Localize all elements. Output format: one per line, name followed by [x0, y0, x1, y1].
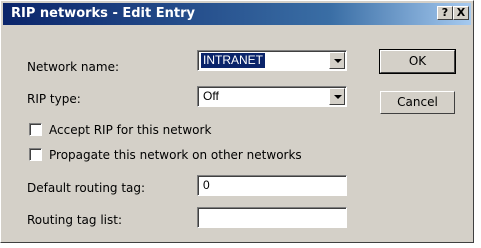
help-button[interactable]: ? [437, 6, 453, 20]
cancel-button[interactable]: Cancel [380, 91, 455, 114]
rip-type-value: Off [203, 89, 219, 103]
network-name-label: Network name: [27, 60, 119, 74]
propagate-checkbox[interactable] [29, 148, 42, 161]
network-name-value: INTRANET [200, 52, 266, 69]
ok-button[interactable]: OK [379, 49, 456, 74]
dialog-title: RIP networks - Edit Entry [11, 6, 195, 21]
propagate-label[interactable]: Propagate this network on other networks [49, 148, 302, 162]
background-strip [474, 0, 481, 248]
routing-tag-list-input[interactable] [197, 207, 347, 228]
edit-entry-dialog: RIP networks - Edit Entry ? X Network na… [0, 0, 474, 243]
accept-rip-checkbox[interactable] [29, 123, 42, 136]
chevron-down-icon[interactable] [329, 52, 345, 69]
rip-type-label: RIP type: [27, 92, 81, 106]
close-button[interactable]: X [453, 6, 469, 20]
rip-type-combobox[interactable]: Off [197, 86, 347, 107]
title-bar: RIP networks - Edit Entry ? X [3, 3, 471, 25]
default-routing-tag-label: Default routing tag: [27, 181, 146, 195]
chevron-down-icon[interactable] [329, 88, 345, 105]
accept-rip-label[interactable]: Accept RIP for this network [49, 123, 211, 137]
network-name-combobox[interactable]: INTRANET [197, 50, 347, 71]
routing-tag-list-label: Routing tag list: [27, 213, 122, 227]
default-routing-tag-input[interactable]: 0 [197, 175, 347, 196]
